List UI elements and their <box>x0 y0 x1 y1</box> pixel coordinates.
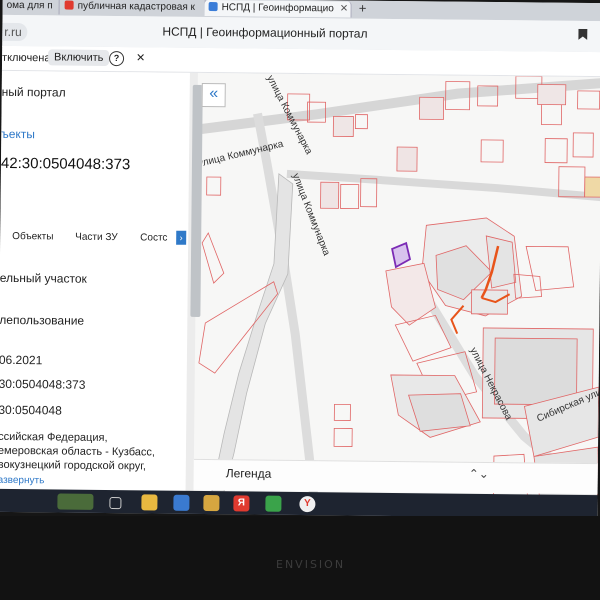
legend-title: Легенда <box>225 466 272 481</box>
objects-link[interactable]: ъекты <box>1 127 35 141</box>
expand-link[interactable]: азвернуть <box>0 475 44 486</box>
tab-3-label: НСПД | Геоинформацио <box>221 2 334 15</box>
taskbar-thumbnail <box>57 493 94 510</box>
field-object-type: ельный участок <box>0 270 87 286</box>
taskbar: Я Y <box>0 488 598 519</box>
map-parcel <box>201 232 225 284</box>
yandex-icon[interactable]: Я <box>233 495 250 512</box>
object-info-panel: ный портал ъекты 42:30:0504048:373 Объек… <box>0 70 190 493</box>
tab-objects[interactable]: Объекты <box>12 231 53 242</box>
map-canvas[interactable]: улица Коммунарка улица Коммунарка улица … <box>193 72 600 498</box>
collapse-panel-button[interactable]: « <box>201 82 226 108</box>
field-cadastral-quarter: 30:0504048 <box>0 402 62 418</box>
tab-close-icon[interactable]: ✕ <box>340 3 349 14</box>
field-address-line-1: ссийская Федерация, <box>0 430 108 444</box>
field-address-line-2: емеровская область - Кузбасс, <box>0 444 156 459</box>
tab-2-label: публичная кадастровая к <box>77 0 195 13</box>
selected-parcel <box>391 241 412 269</box>
page-title: НСПД | Геоинформационный портал <box>162 24 368 41</box>
tab-composition[interactable]: Состс <box>140 232 167 243</box>
notification-text: тключена <box>2 51 51 65</box>
nspd-favicon-icon <box>208 2 218 12</box>
file-explorer-icon[interactable] <box>141 494 158 511</box>
cadastral-number: 42:30:0504048:373 <box>0 154 131 174</box>
field-date: 06.2021 <box>0 352 43 368</box>
field-land-use: лепользование <box>0 312 85 328</box>
help-icon[interactable]: ? <box>108 50 125 67</box>
field-cadastral-number: 30:0504048:373 <box>0 376 86 392</box>
map-strip <box>211 173 294 494</box>
field-address-line-3: вокузнецкий городской округ, <box>0 458 147 473</box>
legend-bar[interactable]: Легенда ⌃⌄ <box>193 458 598 495</box>
browser-tab-3-active[interactable]: НСПД | Геоинформацио ✕ <box>204 0 352 18</box>
map-drawing <box>193 75 600 498</box>
tabs-more-icon[interactable]: › <box>176 230 187 245</box>
close-icon[interactable]: ✕ <box>136 51 145 64</box>
new-tab-button[interactable]: + <box>355 1 371 16</box>
monitor-brand: ENVISION <box>276 558 346 571</box>
bookmark-icon[interactable] <box>578 28 588 43</box>
tab-1-label: ома для п <box>6 0 53 12</box>
legend-chevron-icon[interactable]: ⌃⌄ <box>469 467 489 481</box>
browser-tab-1[interactable]: ома для п <box>2 0 60 15</box>
mail-icon[interactable] <box>173 494 190 511</box>
monitor-screen: ома для п публичная кадастровая к НСПД |… <box>0 0 600 519</box>
folder-icon[interactable] <box>203 495 220 512</box>
portal-label: ный портал <box>1 84 66 100</box>
yandex-browser-icon[interactable]: Y <box>299 496 316 513</box>
messenger-icon[interactable] <box>265 495 282 512</box>
url-field[interactable]: r.ru <box>2 22 28 42</box>
yandex-favicon-icon <box>64 0 74 10</box>
task-view-icon[interactable] <box>109 497 122 510</box>
enable-button[interactable]: Включить <box>47 49 110 66</box>
browser-tab-2[interactable]: публичная кадастровая к <box>60 0 206 16</box>
tab-zu-parts[interactable]: Части ЗУ <box>75 232 118 243</box>
map-parcels-center <box>333 217 600 498</box>
